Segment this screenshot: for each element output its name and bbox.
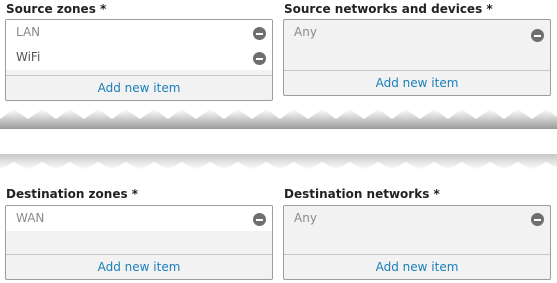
remove-wifi-icon[interactable] — [253, 52, 266, 65]
source-networks-list: Any Add new item — [283, 19, 551, 96]
source-zone-item-label: LAN — [16, 25, 41, 39]
remove-any-icon[interactable] — [531, 29, 544, 42]
destination-zones-list: WAN Add new item — [5, 205, 273, 280]
destination-networks-label: Destination networks * — [284, 187, 440, 201]
destination-networks-placeholder: Any — [294, 211, 317, 225]
source-zone-item-label: WiFi — [16, 50, 41, 64]
destination-zone-item-wan: WAN — [6, 206, 272, 231]
source-zone-item-lan: LAN — [6, 20, 272, 45]
source-networks-placeholder: Any — [294, 25, 317, 39]
torn-edge-top-divider — [0, 109, 557, 129]
destination-zone-item-label: WAN — [16, 211, 45, 225]
destination-zones-add-item-button[interactable]: Add new item — [6, 254, 272, 279]
source-networks-item-any: Any — [284, 20, 550, 45]
remove-wan-icon[interactable] — [253, 213, 266, 226]
source-networks-add-item-button[interactable]: Add new item — [284, 70, 550, 95]
destination-networks-add-item-button[interactable]: Add new item — [284, 254, 550, 279]
destination-networks-list: Any Add new item — [283, 205, 551, 280]
torn-edge-bottom-divider — [0, 154, 557, 170]
source-zones-list: LAN WiFi Add new item — [5, 19, 273, 101]
destination-networks-item-any: Any — [284, 206, 550, 231]
source-zones-label: Source zones * — [6, 2, 107, 16]
source-zones-add-item-button[interactable]: Add new item — [6, 75, 272, 100]
remove-any-icon[interactable] — [531, 213, 544, 226]
remove-lan-icon[interactable] — [253, 27, 266, 40]
destination-zones-label: Destination zones * — [6, 187, 139, 201]
source-zone-item-wifi: WiFi — [6, 45, 272, 70]
source-networks-label: Source networks and devices * — [284, 2, 493, 16]
